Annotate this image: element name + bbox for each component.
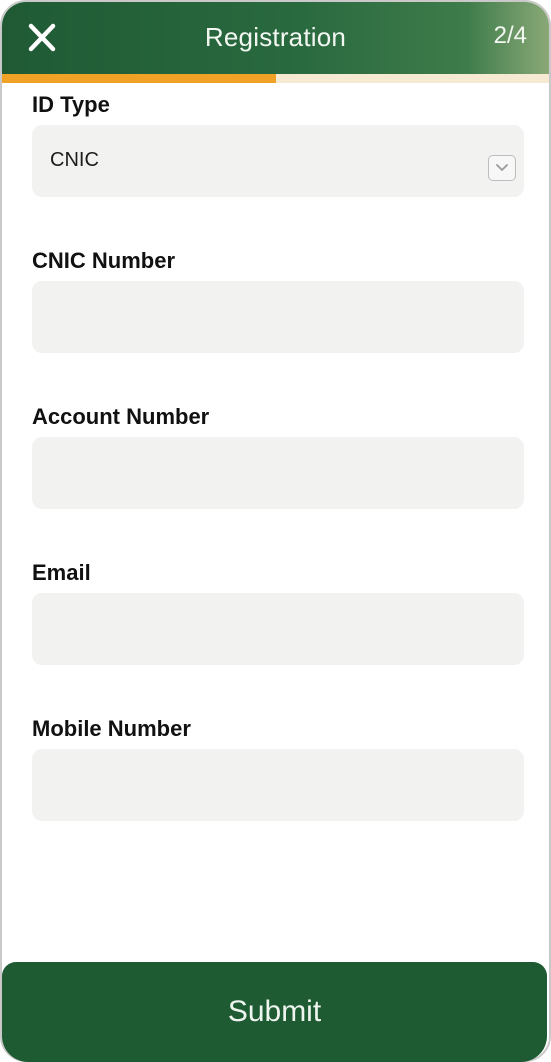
email-input[interactable] [32,593,524,665]
mobile-number-input[interactable] [32,749,524,821]
cnic-number-label: CNIC Number [32,248,176,273]
header-bar: Registration 2/4 [2,2,549,74]
page-title: Registration [204,22,347,52]
step-indicator: 2/4 [493,22,527,49]
account-number-input[interactable] [32,437,524,509]
account-number-label: Account Number [32,404,210,429]
submit-button[interactable]: Submit [2,962,547,1062]
id-type-label: ID Type [32,92,110,117]
mobile-number-label: Mobile Number [32,716,191,741]
id-type-value: CNIC [50,149,99,171]
id-type-select[interactable]: CNIC [32,125,524,197]
chevron-down-icon [496,164,508,171]
progress-bar-fill [2,74,276,83]
registration-screen: Registration 2/4 ID Type CNIC CNIC Numbe… [0,0,551,1062]
dropdown-toggle[interactable] [488,155,516,181]
cnic-number-input[interactable] [32,281,524,353]
progress-bar [2,74,549,83]
email-label: Email [32,560,91,585]
